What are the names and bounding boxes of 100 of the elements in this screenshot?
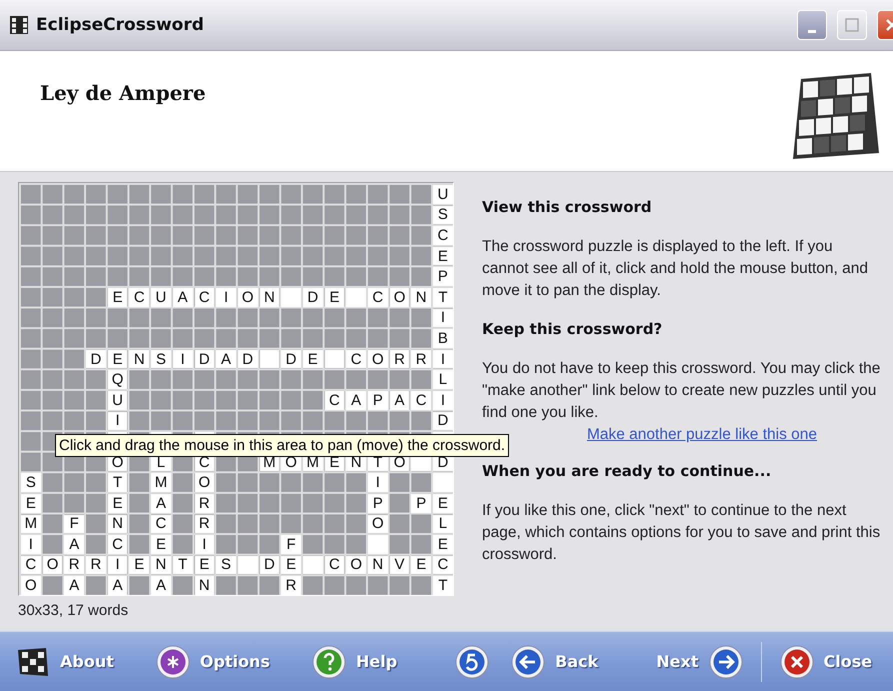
grid-icon — [10, 16, 28, 34]
make-another-link[interactable]: Make another puzzle like this one — [586, 426, 818, 444]
letter-cell: R — [194, 514, 214, 534]
maximize-icon — [845, 18, 859, 32]
close-button[interactable]: Close — [776, 640, 876, 682]
letter-cell: P — [368, 390, 388, 410]
letter-cell: M — [151, 473, 171, 492]
close-icon — [780, 644, 814, 678]
about-button[interactable]: About — [12, 642, 118, 682]
letter-cell: N — [260, 288, 280, 307]
asterisk-icon — [156, 644, 190, 678]
letter-cell: E — [433, 494, 453, 512]
letter-cell: R — [64, 556, 84, 574]
letter-cell: O — [368, 350, 388, 368]
letter-cell: R — [281, 576, 301, 595]
letter-cell: T — [433, 576, 453, 595]
letter-cell: E — [108, 350, 128, 368]
letter-cell: A — [151, 494, 171, 512]
letter-cell: S — [21, 473, 41, 492]
letter-cell: A — [216, 350, 236, 368]
letter-cell: F — [281, 535, 301, 554]
letter-cell: D — [260, 556, 280, 574]
arrow-right-icon — [708, 644, 742, 678]
letter-cell: A — [64, 535, 84, 554]
grid-icon — [16, 646, 50, 678]
next-button[interactable]: Next — [652, 640, 746, 682]
letter-cell: D — [281, 350, 301, 368]
letter-cell: E — [433, 535, 453, 554]
letter-cell: O — [21, 576, 41, 595]
letter-cell: E — [194, 556, 214, 574]
letter-cell: B — [433, 329, 453, 348]
crossword-logo-icon — [791, 73, 881, 159]
letter-cell: O — [390, 288, 410, 307]
letter-cell: C — [324, 390, 344, 410]
letter-cell: A — [346, 390, 366, 410]
letter-cell: F — [64, 514, 84, 534]
letter-cell: I — [108, 556, 128, 574]
section-heading: View this crossword — [482, 198, 653, 216]
letter-cell: O — [346, 556, 366, 574]
window-title: EclipseCrossword — [36, 15, 205, 35]
help-button[interactable]: Help — [308, 640, 402, 682]
letter-cell: C — [194, 288, 214, 307]
letter-cell: S — [216, 556, 236, 574]
letter-cell: A — [108, 576, 128, 595]
letter-cell: R — [390, 350, 410, 368]
restart-icon — [455, 644, 490, 678]
letter-cell: I — [216, 288, 236, 307]
letter-cell: E — [281, 556, 301, 574]
section-heading: When you are ready to continue... — [482, 462, 772, 480]
letter-cell: A — [151, 576, 171, 595]
letter-cell: T — [433, 288, 453, 307]
letter-cell: N — [129, 350, 150, 368]
letter-cell: E — [324, 288, 344, 307]
letter-cell: C — [411, 390, 432, 410]
letter-cell: E — [411, 556, 432, 574]
letter-cell: C — [346, 350, 366, 368]
letter-cell: U — [151, 288, 171, 307]
letter-cell: D — [433, 412, 453, 430]
letter-cell: C — [151, 514, 171, 534]
tooltip: Click and drag the mouse in this area to pan (move) the crossword. — [55, 434, 510, 457]
letter-cell: N — [151, 556, 171, 574]
letter-cell: S — [433, 206, 453, 224]
options-button[interactable]: Options — [152, 640, 274, 682]
letter-cell: I — [172, 350, 192, 368]
letter-cell: E — [433, 246, 453, 266]
letter-cell: V — [390, 556, 410, 574]
letter-cell: C — [108, 535, 128, 554]
letter-cell: P — [433, 267, 453, 286]
letter-cell: M — [21, 514, 41, 534]
letter-cell: L — [433, 370, 453, 389]
letter-cell: N — [108, 514, 128, 534]
grid-size-label: 30x33, 17 words — [18, 602, 130, 619]
letter-cell: Q — [108, 370, 128, 389]
letter-cell: E — [302, 350, 323, 368]
letter-cell: I — [433, 350, 453, 368]
letter-cell: I — [108, 412, 128, 430]
letter-cell: C — [368, 288, 388, 307]
puzzle-title: Ley de Ampere — [40, 81, 206, 105]
letter-cell: I — [194, 535, 214, 554]
letter-cell: O — [42, 556, 62, 574]
letter-cell: T — [108, 473, 128, 492]
letter-cell: A — [64, 576, 84, 595]
letter-cell: D — [238, 350, 258, 368]
letter-cell: U — [108, 390, 128, 410]
letter-cell: D — [302, 288, 323, 307]
letter-cell: A — [390, 390, 410, 410]
minimize-button[interactable] — [797, 10, 827, 40]
letter-cell: E — [129, 556, 150, 574]
letter-cell: R — [86, 556, 106, 574]
letter-cell: O — [238, 288, 258, 307]
letter-cell: E — [21, 494, 41, 512]
letter-cell: C — [129, 288, 150, 307]
letter-cell: D — [194, 350, 214, 368]
letter-cell: T — [172, 556, 192, 574]
letter-cell: U — [433, 185, 453, 204]
letter-cell: E — [108, 288, 128, 307]
letter-cell: I — [368, 473, 388, 492]
section-text: The crossword puzzle is displayed to the left. If you cannot see all of it, click and hold the mouse button, and move it to pan the display. — [482, 237, 870, 301]
back-button[interactable]: Back — [507, 640, 602, 682]
letter-cell: N — [194, 576, 214, 595]
